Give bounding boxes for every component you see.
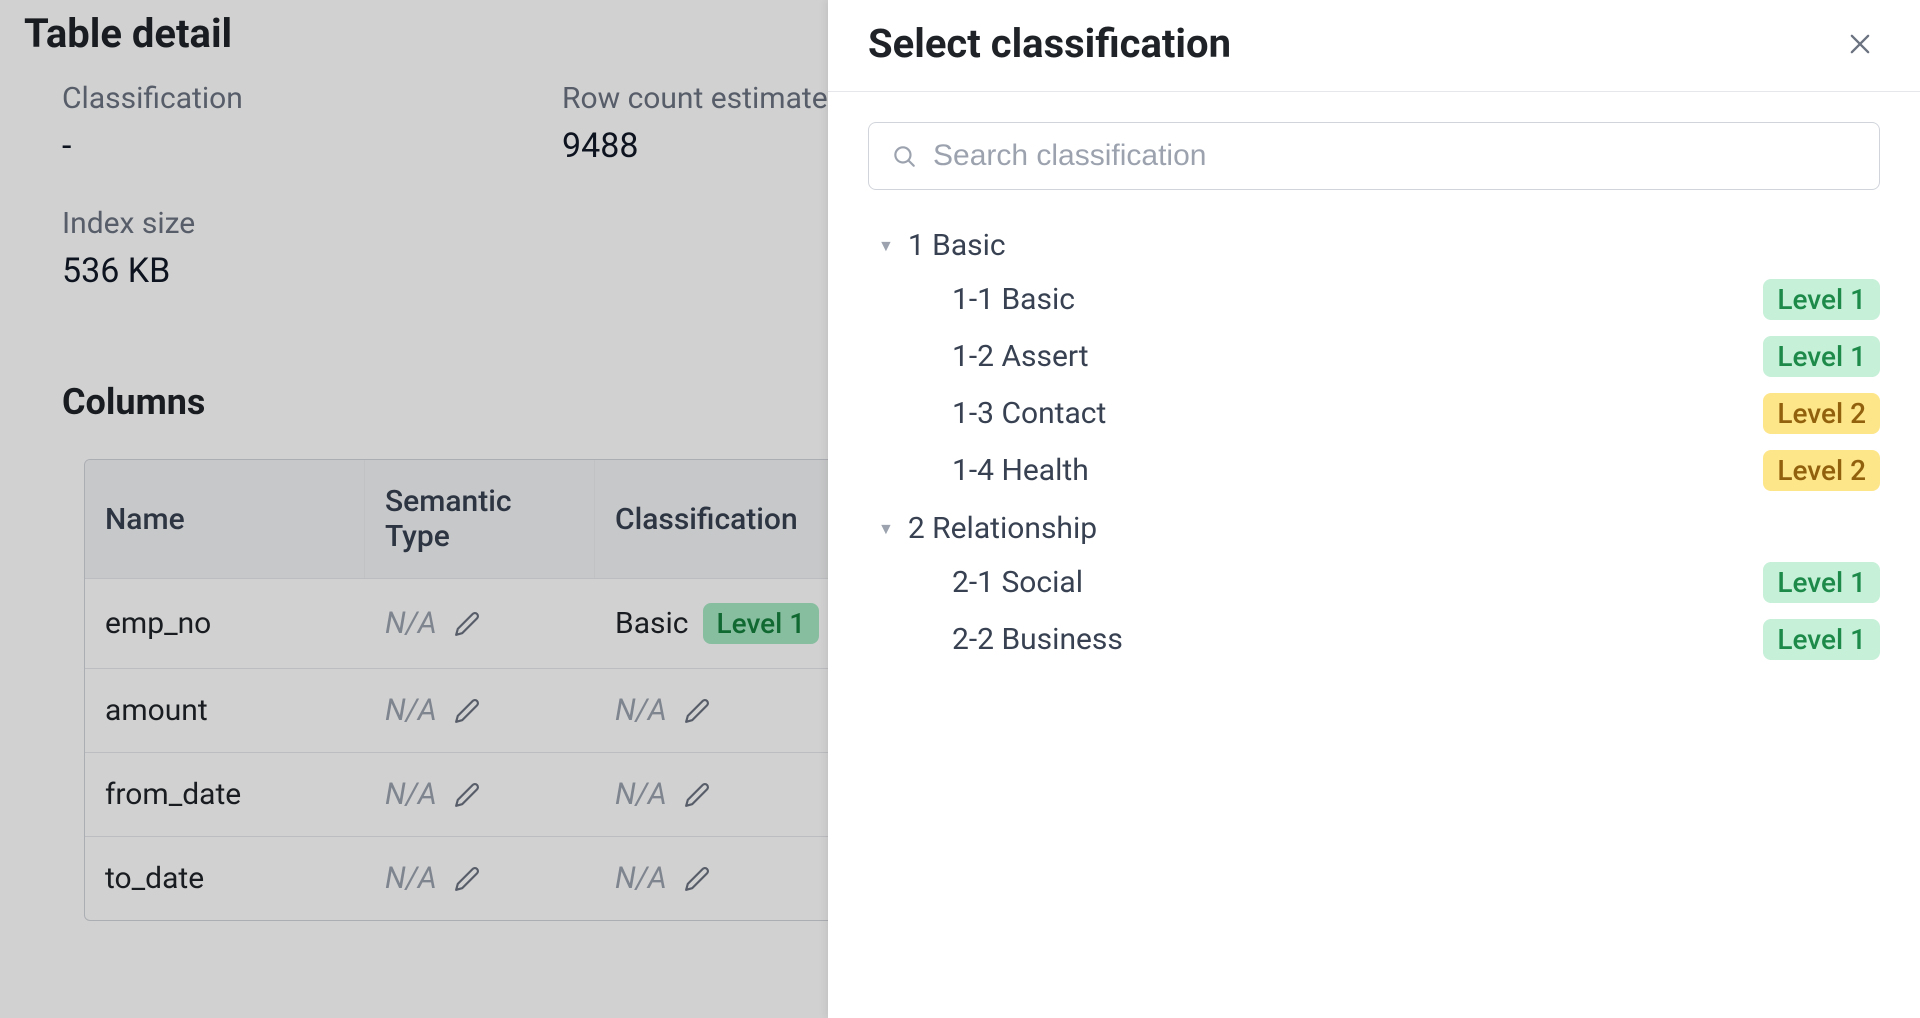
tree-item-label: 1-1 Basic [952,282,1075,317]
classification-tree: ▼ 1 Basic 1-1 Basic Level 1 1-2 Assert Level … [868,220,1880,668]
tree-group: ▼2 Relationship2-1 SocialLevel 12-2 Busi… [878,503,1880,668]
tree-group-header[interactable]: ▼ 1 Basic [878,220,1880,271]
tree-group-label: 1 Basic [908,228,1006,263]
level-badge: Level 1 [1763,619,1880,660]
tree-item[interactable]: 1-3 Contact Level 2 [878,385,1880,442]
close-button[interactable] [1840,24,1880,64]
tree-item[interactable]: 2-1 Social Level 1 [878,554,1880,611]
tree-item[interactable]: 1-2 Assert Level 1 [878,328,1880,385]
tree-group: ▼ 1 Basic 1-1 Basic Level 1 1-2 Assert Level … [878,220,1880,499]
tree-item[interactable]: 1-4 Health Level 2 [878,442,1880,499]
drawer-body: ▼ 1 Basic 1-1 Basic Level 1 1-2 Assert Level … [828,92,1920,702]
caret-down-icon: ▼ [878,236,894,256]
level-badge: Level 2 [1763,393,1880,434]
search-wrapper[interactable] [868,122,1880,190]
tree-item-label: 2-1 Social [952,565,1083,600]
tree-item-label: 1-4 Health [952,453,1089,488]
level-badge: Level 1 [1763,279,1880,320]
tree-item[interactable]: 1-1 Basic Level 1 [878,271,1880,328]
search-icon [891,143,917,169]
tree-item-label: 2-2 Business [952,622,1123,657]
close-icon [1846,30,1874,58]
tree-group-label: 2 Relationship [908,511,1097,546]
search-input[interactable] [933,139,1857,173]
classification-drawer: Select classification ▼ 1 Basic 1-1 Basic L… [828,0,1920,1018]
tree-group-header[interactable]: ▼ 2 Relationship [878,503,1880,554]
level-badge: Level 1 [1763,562,1880,603]
tree-item-label: 1-2 Assert [952,339,1089,374]
level-badge: Level 1 [1763,336,1880,377]
tree-item[interactable]: 2-2 Business Level 1 [878,611,1880,668]
level-badge: Level 2 [1763,450,1880,491]
drawer-title: Select classification [868,20,1231,67]
drawer-header: Select classification [828,0,1920,92]
tree-item-label: 1-3 Contact [952,396,1106,431]
caret-down-icon: ▼ [878,519,894,539]
